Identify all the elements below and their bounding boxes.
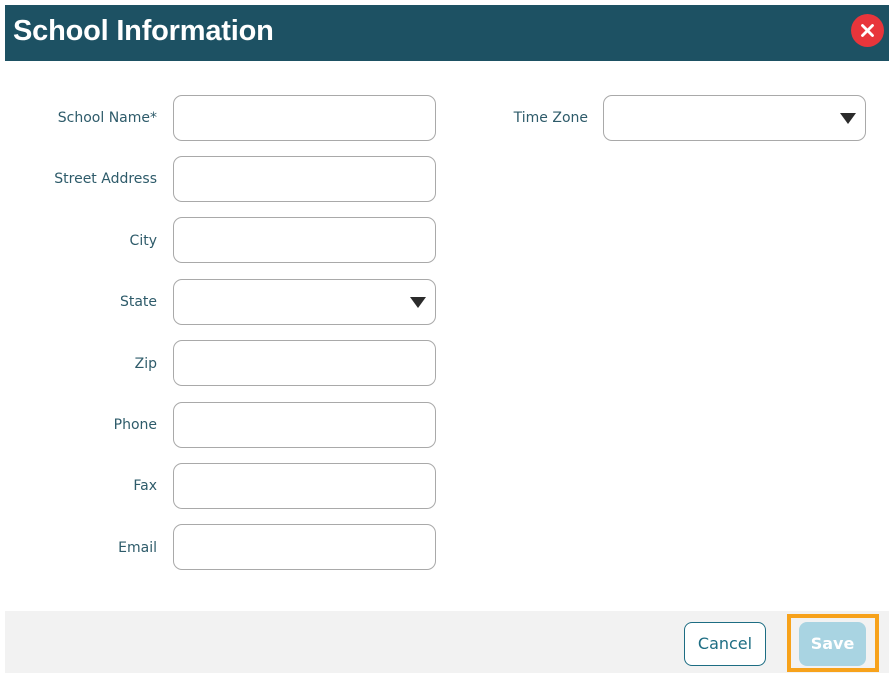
- close-x-icon: [861, 24, 874, 37]
- email-label: Email: [118, 540, 157, 556]
- street-address-input[interactable]: [173, 156, 436, 202]
- cancel-button[interactable]: Cancel: [684, 622, 766, 666]
- state-label: State: [119, 294, 157, 310]
- school-name-input[interactable]: [173, 95, 436, 141]
- city-label: City: [129, 233, 157, 249]
- fax-label: Fax: [133, 478, 157, 494]
- school-name-label: School Name*: [57, 110, 157, 126]
- time-zone-select[interactable]: [603, 95, 866, 141]
- time-zone-label: Time Zone: [513, 110, 588, 126]
- dialog-title: School Information: [13, 15, 274, 47]
- fax-input[interactable]: [173, 463, 436, 509]
- dropdown-arrow-icon: [410, 297, 426, 308]
- close-button[interactable]: [851, 14, 884, 47]
- phone-label: Phone: [113, 417, 157, 433]
- save-button[interactable]: Save: [799, 622, 866, 666]
- zip-label: Zip: [134, 356, 157, 372]
- street-address-label: Street Address: [54, 171, 157, 187]
- dropdown-arrow-icon: [840, 113, 856, 124]
- school-information-dialog: School Information School Name* Street A…: [0, 0, 890, 678]
- dialog-header: School Information: [5, 5, 889, 61]
- zip-input[interactable]: [173, 340, 436, 386]
- email-input[interactable]: [173, 524, 436, 570]
- phone-input[interactable]: [173, 402, 436, 448]
- state-select[interactable]: [173, 279, 436, 325]
- city-input[interactable]: [173, 217, 436, 263]
